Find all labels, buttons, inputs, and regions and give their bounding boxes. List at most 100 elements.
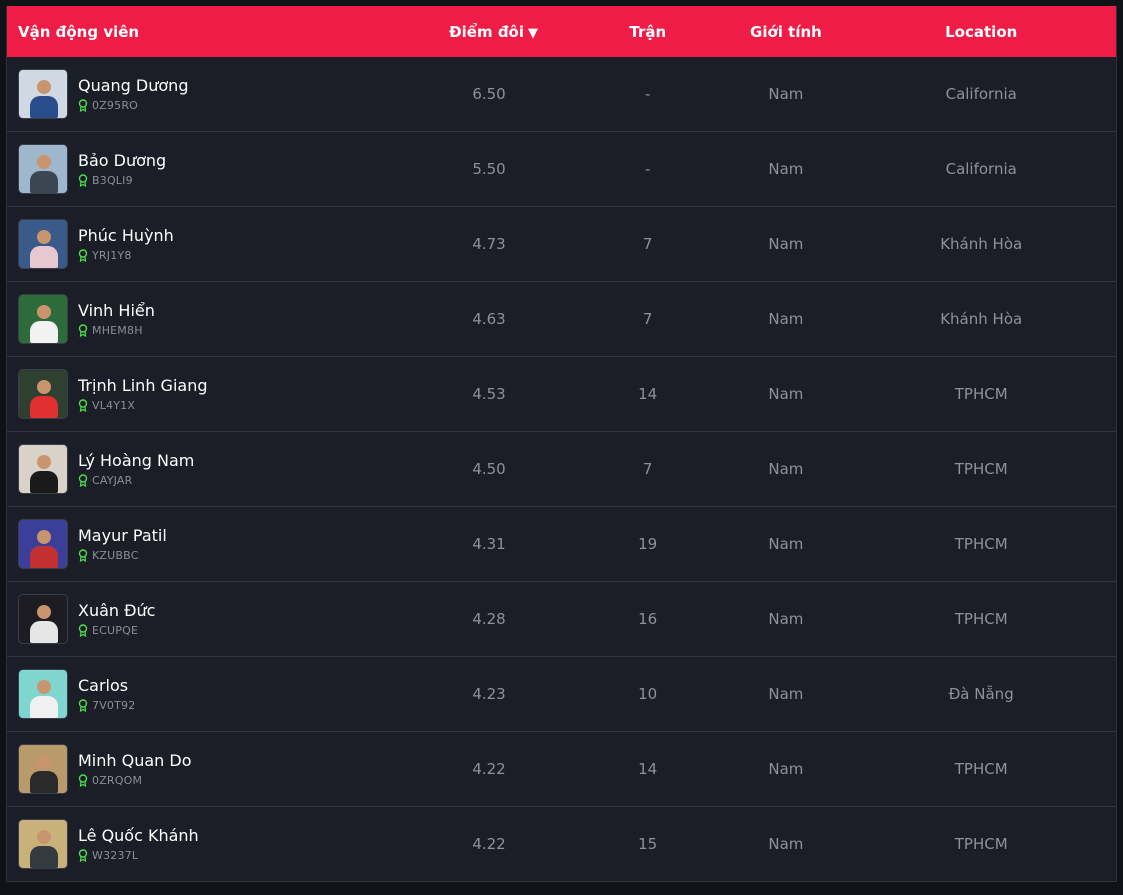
avatar-figure-body	[30, 621, 58, 643]
avatar-figure-head	[37, 230, 51, 244]
player-info: Minh Quan Do 0ZRQOM	[78, 751, 192, 787]
player-code: MHEM8H	[92, 324, 143, 337]
doubles-score: 6.50	[472, 85, 506, 103]
avatar[interactable]	[18, 219, 68, 269]
header-location[interactable]: Location	[838, 23, 1116, 41]
player-name[interactable]: Phúc Huỳnh	[78, 226, 174, 246]
avatar[interactable]	[18, 669, 68, 719]
player-name[interactable]: Xuân Đức	[78, 601, 155, 621]
gender: Nam	[768, 460, 804, 478]
player-name[interactable]: Trịnh Linh Giang	[78, 376, 207, 396]
avatar[interactable]	[18, 369, 68, 419]
avatar-figure-head	[37, 80, 51, 94]
match-count: -	[644, 85, 651, 103]
player-id: B3QLI9	[78, 174, 166, 187]
player-cell[interactable]: Xuân Đức ECUPQE	[7, 594, 416, 644]
avatar-figure-head	[37, 455, 51, 469]
doubles-score: 4.31	[472, 535, 506, 553]
player-id: 0ZRQOM	[78, 774, 192, 787]
header-gender[interactable]: Giới tính	[733, 23, 838, 41]
player-cell[interactable]: Bảo Dương B3QLI9	[7, 144, 416, 194]
match-count: 7	[642, 460, 653, 478]
player-name[interactable]: Carlos	[78, 676, 135, 696]
table-row[interactable]: Vinh Hiển MHEM8H 4.63 7 Nam Khánh Hòa	[7, 282, 1116, 357]
player-info: Carlos 7V0T92	[78, 676, 135, 712]
player-info: Mayur Patil KZUBBC	[78, 526, 167, 562]
player-cell[interactable]: Lê Quốc Khánh W3237L	[7, 819, 416, 869]
table-row[interactable]: Lê Quốc Khánh W3237L 4.22 15 Nam TPHCM	[7, 807, 1116, 882]
gender: Nam	[768, 385, 804, 403]
match-count: 15	[638, 835, 658, 853]
player-cell[interactable]: Carlos 7V0T92	[7, 669, 416, 719]
player-cell[interactable]: Phúc Huỳnh YRJ1Y8	[7, 219, 416, 269]
table-row[interactable]: Minh Quan Do 0ZRQOM 4.22 14 Nam TPHCM	[7, 732, 1116, 807]
medal-icon	[78, 99, 88, 112]
player-name[interactable]: Lê Quốc Khánh	[78, 826, 199, 846]
location: TPHCM	[954, 610, 1008, 628]
avatar-figure-body	[30, 846, 58, 868]
avatar[interactable]	[18, 444, 68, 494]
gender: Nam	[768, 235, 804, 253]
player-code: VL4Y1X	[92, 399, 136, 412]
doubles-score: 4.22	[472, 760, 506, 778]
player-name[interactable]: Vinh Hiển	[78, 301, 155, 321]
avatar-figure-head	[37, 680, 51, 694]
player-name[interactable]: Bảo Dương	[78, 151, 166, 171]
medal-icon	[78, 849, 88, 862]
gender: Nam	[768, 160, 804, 178]
header-doubles-score[interactable]: Điểm đôi ▼	[416, 23, 562, 41]
avatar[interactable]	[18, 819, 68, 869]
player-name[interactable]: Minh Quan Do	[78, 751, 192, 771]
table-row[interactable]: Lý Hoàng Nam CAYJAR 4.50 7 Nam TPHCM	[7, 432, 1116, 507]
location: TPHCM	[954, 460, 1008, 478]
medal-icon	[78, 399, 88, 412]
player-info: Trịnh Linh Giang VL4Y1X	[78, 376, 207, 412]
player-cell[interactable]: Lý Hoàng Nam CAYJAR	[7, 444, 416, 494]
ranking-table: Vận động viên Điểm đôi ▼ Trận Giới tính L…	[6, 6, 1117, 882]
gender: Nam	[768, 85, 804, 103]
player-name[interactable]: Mayur Patil	[78, 526, 167, 546]
player-name[interactable]: Lý Hoàng Nam	[78, 451, 194, 471]
player-cell[interactable]: Mayur Patil KZUBBC	[7, 519, 416, 569]
table-row[interactable]: Phúc Huỳnh YRJ1Y8 4.73 7 Nam Khánh Hòa	[7, 207, 1116, 282]
avatar[interactable]	[18, 144, 68, 194]
avatar[interactable]	[18, 69, 68, 119]
match-count: 7	[642, 235, 653, 253]
player-code: YRJ1Y8	[92, 249, 132, 262]
sort-down-icon[interactable]: ▼	[528, 26, 538, 41]
table-row[interactable]: Bảo Dương B3QLI9 5.50 - Nam California	[7, 132, 1116, 207]
table-row[interactable]: Quang Dương 0Z95RO 6.50 - Nam California	[7, 57, 1116, 132]
player-cell[interactable]: Trịnh Linh Giang VL4Y1X	[7, 369, 416, 419]
avatar-figure-head	[37, 755, 51, 769]
location: California	[945, 160, 1017, 178]
header-player[interactable]: Vận động viên	[7, 23, 416, 41]
avatar-figure-body	[30, 396, 58, 418]
table-row[interactable]: Trịnh Linh Giang VL4Y1X 4.53 14 Nam TPHC…	[7, 357, 1116, 432]
avatar[interactable]	[18, 594, 68, 644]
player-code: B3QLI9	[92, 174, 133, 187]
player-cell[interactable]: Quang Dương 0Z95RO	[7, 69, 416, 119]
avatar[interactable]	[18, 519, 68, 569]
gender: Nam	[768, 610, 804, 628]
player-cell[interactable]: Minh Quan Do 0ZRQOM	[7, 744, 416, 794]
avatar-figure-body	[30, 321, 58, 343]
gender: Nam	[768, 685, 804, 703]
location: Khánh Hòa	[940, 310, 1023, 328]
header-matches[interactable]: Trận	[562, 23, 733, 41]
table-row[interactable]: Xuân Đức ECUPQE 4.28 16 Nam TPHCM	[7, 582, 1116, 657]
avatar[interactable]	[18, 294, 68, 344]
avatar[interactable]	[18, 744, 68, 794]
doubles-score: 4.50	[472, 460, 506, 478]
gender: Nam	[768, 535, 804, 553]
player-info: Lê Quốc Khánh W3237L	[78, 826, 199, 862]
table-row[interactable]: Carlos 7V0T92 4.23 10 Nam Đà Nẵng	[7, 657, 1116, 732]
table-row[interactable]: Mayur Patil KZUBBC 4.31 19 Nam TPHCM	[7, 507, 1116, 582]
medal-icon	[78, 774, 88, 787]
location: TPHCM	[954, 835, 1008, 853]
player-id: ECUPQE	[78, 624, 155, 637]
avatar-figure-head	[37, 305, 51, 319]
player-name[interactable]: Quang Dương	[78, 76, 188, 96]
doubles-score: 5.50	[472, 160, 506, 178]
player-cell[interactable]: Vinh Hiển MHEM8H	[7, 294, 416, 344]
gender: Nam	[768, 835, 804, 853]
